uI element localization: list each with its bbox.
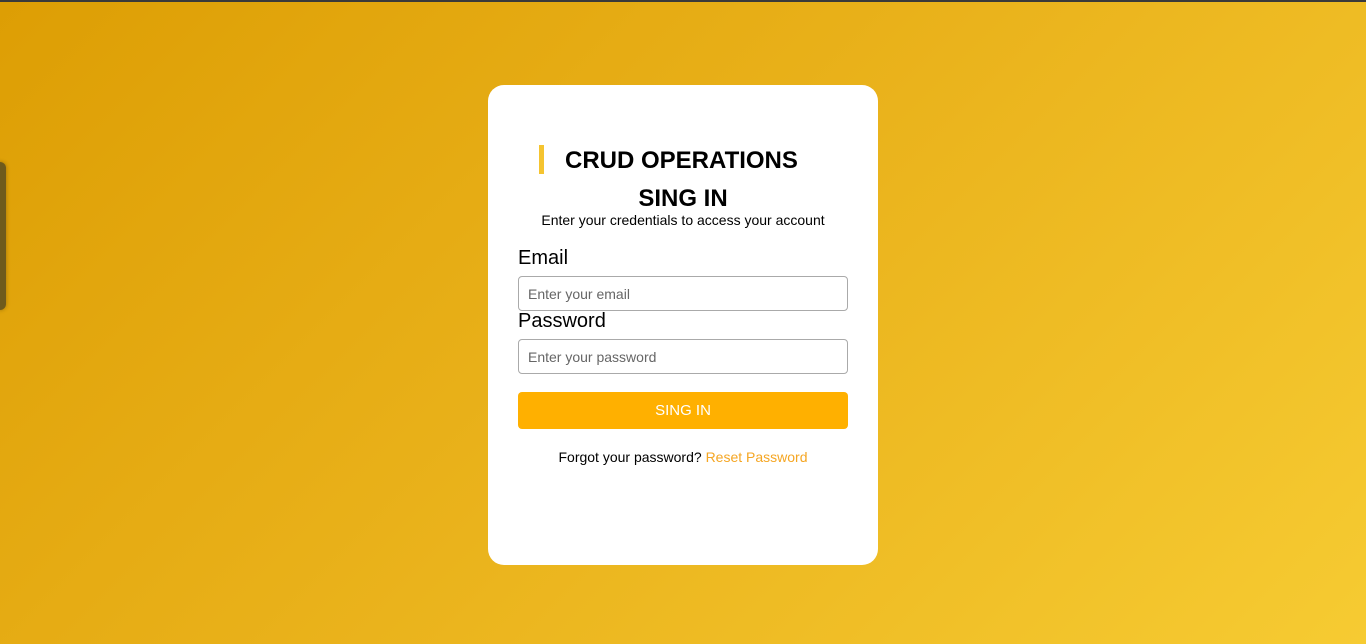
password-label: Password xyxy=(518,310,606,332)
page-title: SING IN xyxy=(638,185,728,212)
brand-title: CRUD OPERATIONS xyxy=(565,147,798,174)
brand-header: CRUD OPERATIONS xyxy=(539,145,798,174)
email-input[interactable] xyxy=(518,276,848,311)
forgot-password-row: Forgot your password? Reset Password xyxy=(488,449,878,465)
page-subtitle: Enter your credentials to access your ac… xyxy=(541,212,825,228)
email-label: Email xyxy=(518,247,569,269)
sign-in-button[interactable]: SING IN xyxy=(518,392,848,429)
reset-password-link[interactable]: Reset Password xyxy=(706,449,808,465)
forgot-text: Forgot your password? xyxy=(558,449,702,465)
side-drawer-handle[interactable] xyxy=(0,162,6,310)
signin-card: CRUD OPERATIONS SING IN Enter your crede… xyxy=(488,85,878,565)
password-input[interactable] xyxy=(518,339,848,374)
